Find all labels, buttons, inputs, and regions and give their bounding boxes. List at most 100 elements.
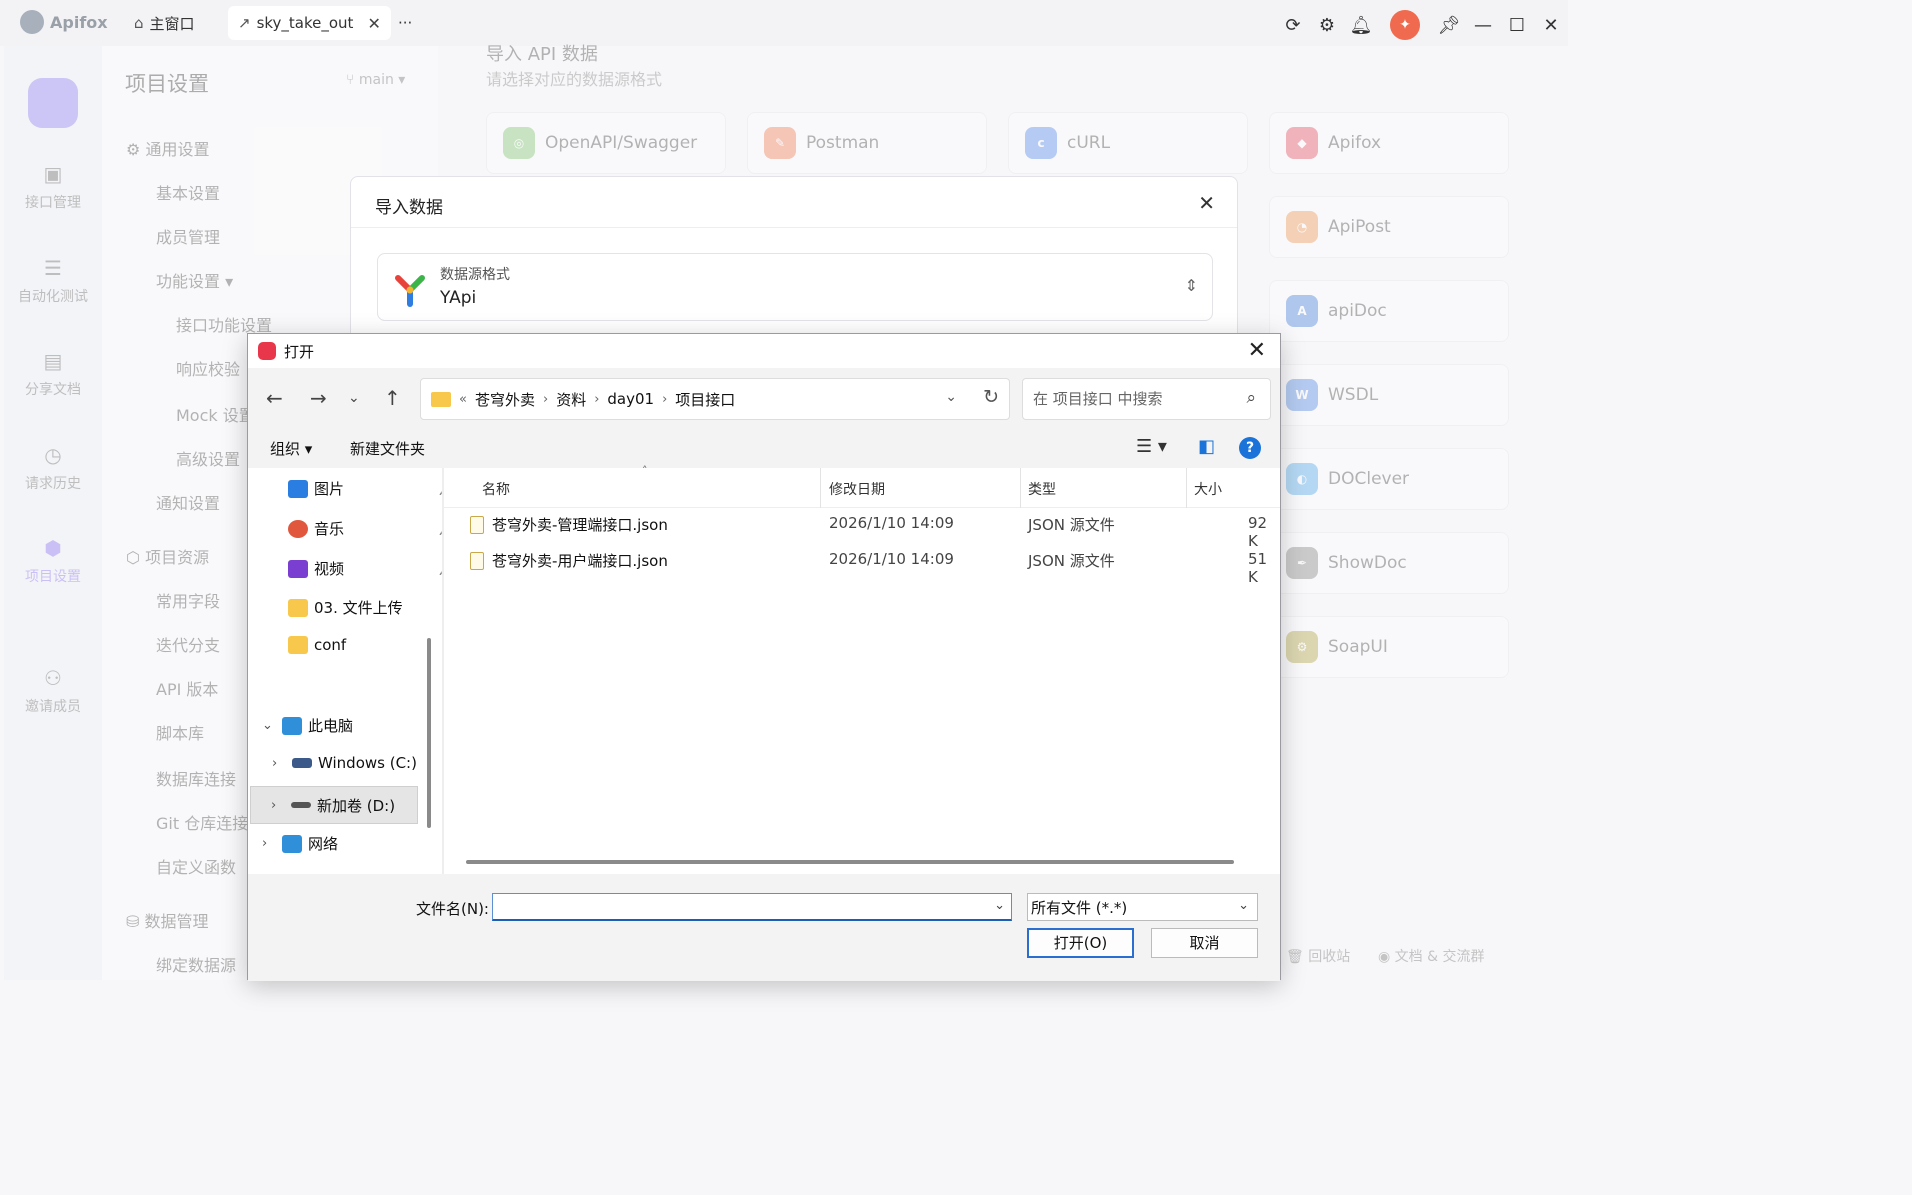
nav-item-drive-d[interactable]: › 新加卷 (D:): [250, 786, 418, 824]
nav-notifications[interactable]: 通知设置: [156, 490, 220, 514]
column-separator[interactable]: [1186, 468, 1187, 508]
recycle-bin-link[interactable]: 🗑︎ 回收站: [1286, 946, 1350, 966]
nav-project-resources[interactable]: ⬡ 项目资源: [126, 544, 209, 568]
file-type-filter[interactable]: 所有文件 (*.*) ⌄: [1027, 893, 1258, 921]
bell-icon[interactable]: 🔔︎: [1344, 15, 1378, 36]
nav-item-this-pc[interactable]: ⌄ 此电脑: [262, 715, 353, 736]
nav-advanced[interactable]: 高级设置: [176, 446, 240, 470]
column-separator[interactable]: [820, 468, 821, 508]
nav-item-network[interactable]: › 网络: [262, 833, 338, 854]
view-options-icon[interactable]: ☰ ▾: [1136, 436, 1167, 457]
column-date[interactable]: 修改日期: [829, 479, 885, 499]
filename-combobox[interactable]: ⌄: [492, 893, 1012, 921]
source-card-soapui[interactable]: ⚙ SoapUI: [1269, 616, 1509, 678]
chevron-down-icon[interactable]: ⌄: [262, 718, 276, 733]
nav-data-management[interactable]: ⛁ 数据管理: [126, 908, 209, 932]
refresh-icon[interactable]: ↻: [983, 386, 999, 408]
rail-item-history[interactable]: ◷ 请求历史: [4, 443, 102, 493]
source-card-doclever[interactable]: ◐ DOClever: [1269, 448, 1509, 510]
breadcrumb-item[interactable]: 项目接口: [675, 389, 735, 410]
nav-features[interactable]: 功能设置 ▾: [156, 268, 233, 292]
nav-members[interactable]: 成员管理: [156, 224, 220, 248]
search-input[interactable]: [1031, 389, 1231, 409]
file-row[interactable]: 苍穹外卖-管理端接口.json 2026/1/10 14:09 JSON 源文件…: [444, 506, 1280, 550]
open-button[interactable]: 打开(O): [1027, 928, 1134, 958]
nav-script-library[interactable]: 脚本库: [156, 720, 204, 744]
nav-item-pictures[interactable]: 图片📌︎: [288, 478, 453, 499]
nav-item-drive-c[interactable]: › Windows (C:): [272, 754, 417, 772]
chevron-down-icon[interactable]: ⌄: [994, 898, 1005, 913]
nav-git-connection[interactable]: Git 仓库连接: [156, 810, 248, 834]
data-source-format-select[interactable]: 数据源格式 YApi ⇕: [377, 253, 1213, 321]
nav-mock[interactable]: Mock 设置: [176, 402, 255, 426]
close-icon[interactable]: ✕: [1198, 191, 1215, 215]
rail-item-automation[interactable]: ☰ 自动化测试: [4, 256, 102, 306]
nav-response-validation[interactable]: 响应校验: [176, 356, 240, 380]
breadcrumb-item[interactable]: 资料: [556, 389, 586, 410]
source-card-postman[interactable]: ✎ Postman: [747, 112, 987, 174]
breadcrumb-item[interactable]: 苍穹外卖: [475, 389, 535, 410]
help-icon[interactable]: ?: [1239, 437, 1261, 459]
organize-button[interactable]: 组织 ▾: [270, 438, 312, 459]
overflow-icon[interactable]: «: [459, 392, 467, 407]
rail-item-api[interactable]: ▣ 接口管理: [4, 162, 102, 212]
column-size[interactable]: 大小: [1194, 479, 1222, 499]
column-name[interactable]: 名称: [482, 479, 510, 499]
avatar[interactable]: ✦: [1390, 10, 1420, 40]
nav-scrollbar[interactable]: [427, 638, 431, 828]
nav-item-file-upload[interactable]: 03. 文件上传: [288, 597, 403, 618]
tab-close-icon[interactable]: ✕: [367, 14, 380, 33]
nav-bind-datasource[interactable]: 绑定数据源: [156, 952, 236, 976]
nav-item-videos[interactable]: 视频📌︎: [288, 558, 453, 579]
nav-general[interactable]: ⚙ 通用设置: [126, 136, 209, 160]
nav-item-conf[interactable]: conf: [288, 636, 346, 654]
minimize-icon[interactable]: —: [1466, 15, 1500, 36]
chevron-down-icon[interactable]: ⌄: [945, 389, 957, 405]
nav-api-version[interactable]: API 版本: [156, 676, 218, 700]
up-arrow-icon[interactable]: ↑: [384, 386, 401, 410]
file-row[interactable]: 苍穹外卖-用户端接口.json 2026/1/10 14:09 JSON 源文件…: [444, 542, 1280, 586]
rail-item-project-settings[interactable]: ⬢ 项目设置: [4, 536, 102, 586]
close-window-icon[interactable]: ✕: [1534, 15, 1568, 36]
maximize-icon[interactable]: ☐: [1500, 15, 1534, 36]
chevron-right-icon[interactable]: ›: [262, 836, 276, 851]
chevron-right-icon[interactable]: ›: [271, 798, 285, 813]
docs-community-link[interactable]: ◉ 文档 & 交流群: [1378, 946, 1485, 966]
branch-selector[interactable]: ⑂ main ▾: [346, 72, 405, 88]
forward-arrow-icon[interactable]: →: [310, 386, 327, 410]
pin-icon[interactable]: 📌︎: [1432, 15, 1466, 36]
cancel-button[interactable]: 取消: [1151, 928, 1258, 958]
nav-common-fields[interactable]: 常用字段: [156, 588, 220, 612]
nav-iteration-branch[interactable]: 迭代分支: [156, 632, 220, 656]
chevron-right-icon[interactable]: ›: [272, 756, 286, 771]
column-separator[interactable]: [1020, 468, 1021, 508]
project-avatar-icon[interactable]: [28, 78, 78, 128]
more-tabs-button[interactable]: ···: [388, 6, 422, 40]
source-card-showdoc[interactable]: ✒ ShowDoc: [1269, 532, 1509, 594]
back-arrow-icon[interactable]: ←: [266, 386, 283, 410]
tab-sky-take-out[interactable]: ↗ sky_take_out ✕: [228, 6, 391, 40]
source-card-curl[interactable]: c cURL: [1008, 112, 1248, 174]
rail-item-share-docs[interactable]: ▤ 分享文档: [4, 349, 102, 399]
source-card-apifox[interactable]: ◆ Apifox: [1269, 112, 1509, 174]
new-folder-button[interactable]: 新建文件夹: [350, 438, 425, 459]
tab-main-window[interactable]: ⌂ 主窗口: [124, 6, 205, 40]
nav-custom-functions[interactable]: 自定义函数: [156, 854, 236, 878]
source-card-apidoc[interactable]: AapiDoc: [1269, 280, 1509, 342]
nav-db-connection[interactable]: 数据库连接: [156, 766, 236, 790]
dialog-close-icon[interactable]: ✕: [1248, 338, 1266, 363]
source-card-wsdl[interactable]: W WSDL: [1269, 364, 1509, 426]
rail-item-invite[interactable]: ⚇ 邀请成员: [4, 666, 102, 716]
address-bar[interactable]: « 苍穹外卖 › 资料 › day01 › 项目接口 ⌄ ↻: [420, 378, 1010, 420]
preview-pane-icon[interactable]: ◧: [1198, 436, 1215, 457]
source-card-openapi[interactable]: ◎ OpenAPI/Swagger: [486, 112, 726, 174]
column-type[interactable]: 类型: [1028, 479, 1056, 499]
nav-item-music[interactable]: 音乐📌︎: [288, 518, 453, 539]
horizontal-scrollbar[interactable]: [466, 860, 1234, 864]
breadcrumb-item[interactable]: day01: [607, 390, 654, 408]
filename-input[interactable]: [493, 894, 973, 918]
recent-locations-chevron-icon[interactable]: ⌄: [348, 390, 360, 406]
gear-icon[interactable]: ⚙: [1310, 15, 1344, 36]
nav-basic[interactable]: 基本设置: [156, 180, 220, 204]
refresh-icon[interactable]: ⟳: [1276, 15, 1310, 36]
